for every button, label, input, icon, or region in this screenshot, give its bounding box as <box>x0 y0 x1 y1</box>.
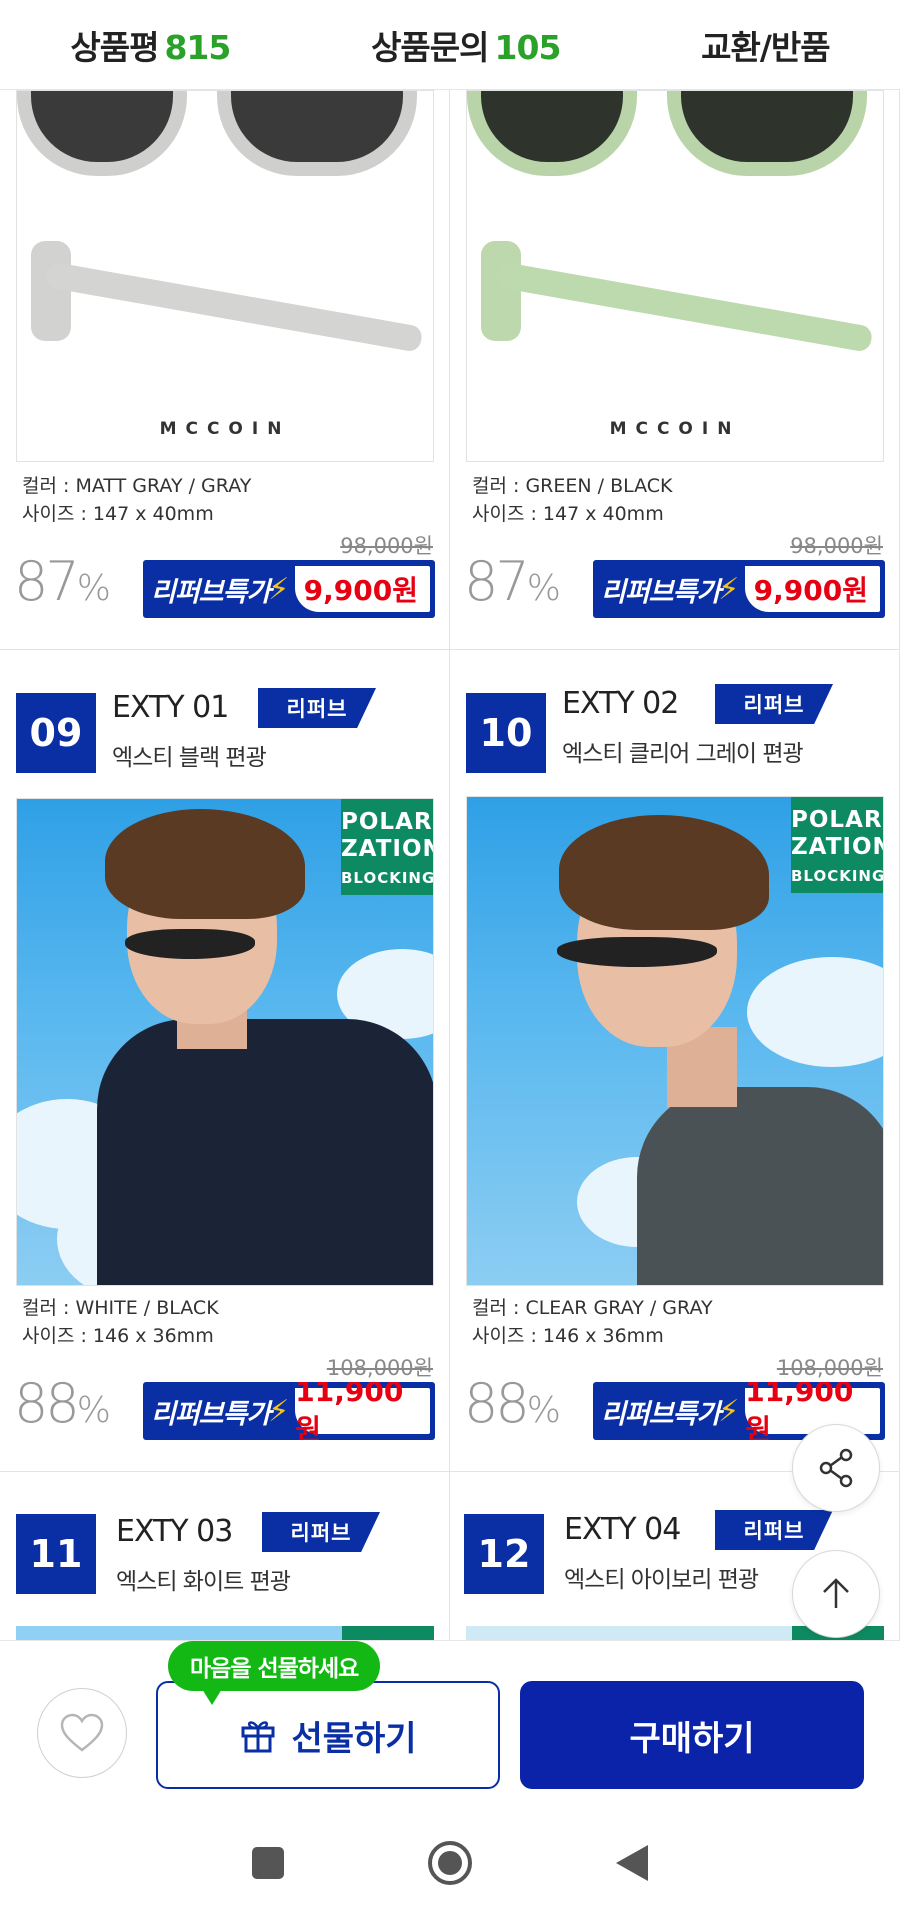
polarization-badge: POLARI ZATION BLOCKING <box>341 799 433 895</box>
arrow-up-icon <box>823 1578 849 1608</box>
product-model: EXTY 02 <box>562 686 679 721</box>
product-number-badge: 12 <box>464 1514 544 1594</box>
refurb-tag: 리퍼브 <box>262 1512 380 1552</box>
polarization-badge: POLARI ZATION BLOCKING <box>791 797 883 893</box>
brand-logo: MCCOIN <box>159 419 291 439</box>
product-card-exty01[interactable]: 09 EXTY 01 엑스티 블랙 편광 리퍼브 POLARI ZATION B… <box>0 650 450 1472</box>
refurb-deal-badge: 리퍼브특가 ⚡ 9,900원 <box>593 560 885 618</box>
refurb-tag: 리퍼브 <box>715 684 833 724</box>
product-size: 사이즈 : 146 x 36mm <box>472 1325 664 1347</box>
product-card-gray[interactable]: MCCOIN 컬러 : MATT GRAY / GRAY 사이즈 : 147 x… <box>0 90 450 650</box>
product-model: EXTY 03 <box>116 1514 233 1549</box>
wishlist-button[interactable] <box>37 1688 127 1778</box>
product-card-exty03[interactable]: 11 EXTY 03 엑스티 화이트 편광 리퍼브 <box>0 1472 450 1640</box>
deal-label: 리퍼브특가 <box>151 1398 271 1430</box>
product-number-badge: 09 <box>16 693 96 773</box>
tab-inquiries-label: 상품문의 <box>371 27 489 67</box>
product-model: EXTY 04 <box>564 1512 681 1547</box>
product-card-exty02[interactable]: 10 EXTY 02 엑스티 클리어 그레이 편광 리퍼브 POLARI ZAT… <box>450 650 900 1472</box>
product-color: 컬러 : WHITE / BLACK <box>22 1297 219 1319</box>
deal-label: 리퍼브특가 <box>601 576 721 608</box>
product-color: 컬러 : GREEN / BLACK <box>472 475 673 497</box>
product-desc: 엑스티 클리어 그레이 편광 <box>562 741 804 767</box>
buy-button[interactable]: 구매하기 <box>520 1681 864 1789</box>
product-image[interactable]: MCCOIN <box>466 90 884 462</box>
gift-button-label: 선물하기 <box>291 1718 417 1759</box>
discount-rate: 88% <box>14 1372 111 1435</box>
deal-price: 11,900원 <box>295 1382 430 1440</box>
product-grid: MCCOIN 컬러 : MATT GRAY / GRAY 사이즈 : 147 x… <box>0 90 900 1640</box>
product-size: 사이즈 : 147 x 40mm <box>472 503 664 525</box>
product-desc: 엑스티 화이트 편광 <box>116 1569 291 1595</box>
product-number-badge: 10 <box>466 693 546 773</box>
gift-icon <box>241 1721 275 1753</box>
tab-bar: 상품평 815 상품문의 105 교환/반품 <box>0 0 900 90</box>
tab-reviews-label: 상품평 <box>70 27 159 67</box>
original-price: 108,000원 <box>776 1356 883 1380</box>
tab-reviews[interactable]: 상품평 815 <box>70 21 231 69</box>
product-card-green[interactable]: MCCOIN 컬러 : GREEN / BLACK 사이즈 : 147 x 40… <box>450 90 900 650</box>
original-price: 98,000원 <box>340 534 433 558</box>
tab-inquiries-count: 105 <box>494 27 562 67</box>
deal-price: 9,900원 <box>745 566 880 612</box>
heart-icon <box>60 1713 104 1752</box>
deal-price: 11,900원 <box>745 1382 880 1440</box>
lightning-icon: ⚡ <box>268 1393 290 1429</box>
gift-tooltip: 마음을 선물하세요 <box>168 1641 381 1705</box>
discount-rate: 88% <box>464 1372 561 1435</box>
brand-logo: MCCOIN <box>609 419 741 439</box>
refurb-deal-badge: 리퍼브특가 ⚡ 9,900원 <box>143 560 435 618</box>
product-number-badge: 11 <box>16 1514 96 1594</box>
tab-reviews-count: 815 <box>164 27 231 67</box>
product-size: 사이즈 : 146 x 36mm <box>22 1325 214 1347</box>
lightning-icon: ⚡ <box>268 571 290 607</box>
tab-exchange-return-label: 교환/반품 <box>701 27 830 67</box>
product-image[interactable]: MCCOIN <box>16 90 434 462</box>
product-model: EXTY 01 <box>112 690 229 725</box>
product-photo[interactable] <box>16 1626 434 1640</box>
product-spec: 컬러 : MATT GRAY / GRAY 사이즈 : 147 x 40mm <box>22 472 251 528</box>
home-circle-icon[interactable] <box>426 1839 474 1887</box>
product-size: 사이즈 : 147 x 40mm <box>22 503 214 525</box>
product-spec: 컬러 : WHITE / BLACK 사이즈 : 146 x 36mm <box>22 1294 219 1350</box>
refurb-deal-badge: 리퍼브특가 ⚡ 11,900원 <box>143 1382 435 1440</box>
product-photo[interactable]: POLARI ZATION BLOCKING <box>16 798 434 1286</box>
purchase-action-bar: 마음을 선물하세요 선물하기 구매하기 <box>0 1640 900 1810</box>
deal-price: 9,900원 <box>295 566 430 612</box>
product-spec: 컬러 : GREEN / BLACK 사이즈 : 147 x 40mm <box>472 472 673 528</box>
product-photo[interactable]: POLARI ZATION BLOCKING <box>466 796 884 1286</box>
tab-exchange-return[interactable]: 교환/반품 <box>701 21 830 69</box>
product-desc: 엑스티 아이보리 편광 <box>564 1567 759 1593</box>
share-button[interactable] <box>792 1424 880 1512</box>
product-spec: 컬러 : CLEAR GRAY / GRAY 사이즈 : 146 x 36mm <box>472 1294 713 1350</box>
product-color: 컬러 : MATT GRAY / GRAY <box>22 475 252 497</box>
original-price: 108,000원 <box>326 1356 433 1380</box>
lightning-icon: ⚡ <box>718 1393 740 1429</box>
original-price: 98,000원 <box>790 534 883 558</box>
home-square-icon[interactable] <box>250 1845 286 1881</box>
system-nav-bar <box>0 1810 900 1915</box>
discount-rate: 87% <box>464 550 561 613</box>
refurb-tag: 리퍼브 <box>258 688 376 728</box>
product-desc: 엑스티 블랙 편광 <box>112 745 267 771</box>
back-triangle-icon[interactable] <box>614 1843 650 1883</box>
lightning-icon: ⚡ <box>718 571 740 607</box>
share-icon <box>819 1448 853 1488</box>
discount-rate: 87% <box>14 550 111 613</box>
scroll-top-button[interactable] <box>792 1550 880 1638</box>
tab-inquiries[interactable]: 상품문의 105 <box>371 21 562 69</box>
deal-label: 리퍼브특가 <box>151 576 271 608</box>
refurb-tag: 리퍼브 <box>715 1510 833 1550</box>
product-color: 컬러 : CLEAR GRAY / GRAY <box>472 1297 713 1319</box>
deal-label: 리퍼브특가 <box>601 1398 721 1430</box>
